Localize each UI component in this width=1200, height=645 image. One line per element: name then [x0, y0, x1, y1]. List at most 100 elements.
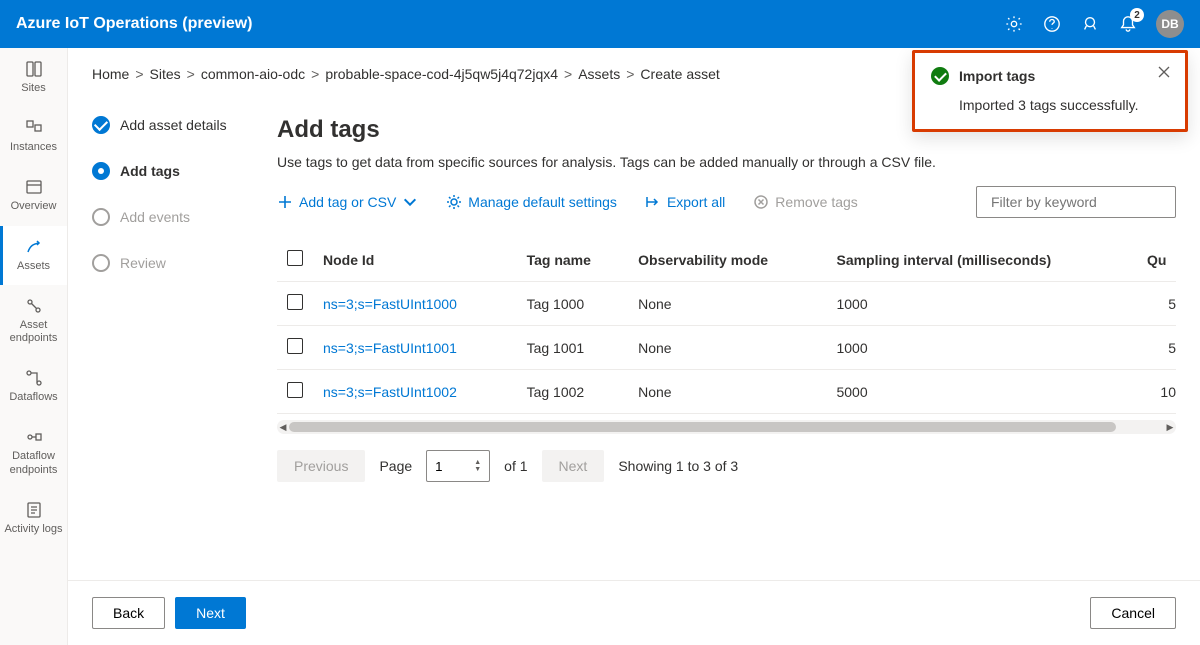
leftnav-item-overview[interactable]: Overview	[0, 166, 67, 225]
feedback-icon[interactable]	[1080, 14, 1100, 34]
page-input[interactable]: ▲▼	[426, 450, 490, 482]
export-all-button[interactable]: Export all	[645, 194, 725, 210]
node-id-link[interactable]: ns=3;s=FastUInt1001	[323, 340, 457, 356]
blocks-icon	[25, 119, 43, 137]
step-indicator	[92, 254, 110, 272]
step-label: Add asset details	[120, 117, 227, 133]
back-button[interactable]: Back	[92, 597, 165, 629]
scroll-right-icon[interactable]: ▶	[1164, 420, 1176, 434]
cell-obs-mode: None	[628, 282, 826, 326]
toolbar: Add tag or CSV Manage default settings E…	[277, 186, 1176, 218]
notification-count: 2	[1130, 8, 1144, 22]
page-label: Page	[379, 458, 412, 474]
step-label: Add tags	[120, 163, 180, 179]
filter-input[interactable]	[991, 194, 1172, 210]
cell-interval: 1000	[826, 326, 1137, 370]
filter-box[interactable]	[976, 186, 1176, 218]
toast-title: Import tags	[959, 68, 1035, 84]
help-icon[interactable]	[1042, 14, 1062, 34]
step-indicator	[92, 162, 110, 180]
step-add-tags[interactable]: Add tags	[92, 162, 253, 180]
step-add-asset-details[interactable]: Add asset details	[92, 116, 253, 134]
user-avatar[interactable]: DB	[1156, 10, 1184, 38]
col-qu[interactable]: Qu	[1137, 238, 1176, 282]
cell-tag-name: Tag 1002	[517, 370, 629, 414]
cell-tag-name: Tag 1000	[517, 282, 629, 326]
panel-icon	[25, 178, 43, 196]
cancel-button[interactable]: Cancel	[1090, 597, 1176, 629]
remove-tags-button: Remove tags	[753, 194, 857, 210]
step-label: Review	[120, 255, 166, 271]
cell-qu: 10	[1137, 370, 1176, 414]
step-indicator	[92, 116, 110, 134]
flowend-icon	[25, 428, 43, 446]
cell-qu: 5	[1137, 326, 1176, 370]
wizard-steps: Add asset details Add tags Add events Revie…	[68, 92, 253, 580]
table-row: ns=3;s=FastUInt1000 Tag 1000None10005	[277, 282, 1176, 326]
remove-tags-label: Remove tags	[775, 194, 857, 210]
notifications-icon[interactable]: 2	[1118, 14, 1138, 34]
row-checkbox[interactable]	[287, 338, 303, 354]
leftnav-item-asset-endpoints[interactable]: Asset endpoints	[0, 285, 67, 357]
step-add-events[interactable]: Add events	[92, 208, 253, 226]
leftnav-item-activity-logs[interactable]: Activity logs	[0, 489, 67, 548]
next-page-button[interactable]: Next	[542, 450, 605, 482]
scroll-left-icon[interactable]: ◀	[277, 420, 289, 434]
row-checkbox[interactable]	[287, 294, 303, 310]
node-id-link[interactable]: ns=3;s=FastUInt1002	[323, 384, 457, 400]
next-button[interactable]: Next	[175, 597, 246, 629]
add-tag-label: Add tag or CSV	[299, 194, 396, 210]
breadcrumb-link[interactable]: Home	[92, 66, 129, 82]
manage-defaults-button[interactable]: Manage default settings	[446, 194, 617, 210]
manage-defaults-label: Manage default settings	[468, 194, 617, 210]
header-actions: 2 DB	[1004, 10, 1184, 38]
left-navigation: SitesInstancesOverviewAssetsAsset endpoi…	[0, 48, 68, 645]
add-tag-button[interactable]: Add tag or CSV	[277, 194, 418, 210]
step-review[interactable]: Review	[92, 254, 253, 272]
col-node-id[interactable]: Node Id	[313, 238, 517, 282]
app-title: Azure IoT Operations (preview)	[16, 15, 252, 33]
node-id-link[interactable]: ns=3;s=FastUInt1000	[323, 296, 457, 312]
tags-table: Node Id Tag name Observability mode Samp…	[277, 238, 1176, 414]
table-row: ns=3;s=FastUInt1001 Tag 1001None10005	[277, 326, 1176, 370]
cell-tag-name: Tag 1001	[517, 326, 629, 370]
leftnav-item-assets[interactable]: Assets	[0, 226, 67, 285]
app-header: Azure IoT Operations (preview) 2 DB	[0, 0, 1200, 48]
col-obs-mode[interactable]: Observability mode	[628, 238, 826, 282]
row-checkbox[interactable]	[287, 382, 303, 398]
toast-message: Imported 3 tags successfully.	[959, 97, 1169, 113]
flow-icon	[25, 369, 43, 387]
tags-table-body: ns=3;s=FastUInt1000Tag 1000None10005ns=3…	[277, 282, 1176, 414]
select-all-checkbox[interactable]	[287, 250, 303, 266]
book-icon	[25, 60, 43, 78]
cell-obs-mode: None	[628, 326, 826, 370]
leftnav-item-sites[interactable]: Sites	[0, 48, 67, 107]
horizontal-scrollbar[interactable]: ◀ ▶	[277, 420, 1176, 434]
step-indicator	[92, 208, 110, 226]
toast-close-button[interactable]	[1157, 65, 1171, 82]
showing-summary: Showing 1 to 3 of 3	[618, 458, 738, 474]
cell-qu: 5	[1137, 282, 1176, 326]
cell-interval: 1000	[826, 282, 1137, 326]
link-icon	[25, 297, 43, 315]
previous-page-button[interactable]: Previous	[277, 450, 365, 482]
leftnav-item-dataflow-endpoints[interactable]: Dataflow endpoints	[0, 416, 67, 488]
page-number-input[interactable]	[435, 459, 465, 474]
breadcrumb-link[interactable]: probable-space-cod-4j5qw5j4q72jqx4	[325, 66, 558, 82]
col-interval[interactable]: Sampling interval (milliseconds)	[826, 238, 1137, 282]
settings-icon[interactable]	[1004, 14, 1024, 34]
breadcrumb-link[interactable]: Assets	[578, 66, 620, 82]
export-all-label: Export all	[667, 194, 725, 210]
step-label: Add events	[120, 209, 190, 225]
leftnav-item-instances[interactable]: Instances	[0, 107, 67, 166]
page-description: Use tags to get data from specific sourc…	[277, 154, 1176, 170]
of-pages: of 1	[504, 458, 527, 474]
breadcrumb-link[interactable]: common-aio-odc	[201, 66, 305, 82]
breadcrumb-link[interactable]: Sites	[150, 66, 181, 82]
breadcrumb-current: Create asset	[640, 66, 719, 82]
table-row: ns=3;s=FastUInt1002Tag 1002None500010	[277, 370, 1176, 414]
wizard-footer: Back Next Cancel	[68, 580, 1200, 645]
col-tag-name[interactable]: Tag name	[517, 238, 629, 282]
leftnav-item-dataflows[interactable]: Dataflows	[0, 357, 67, 416]
logs-icon	[25, 501, 43, 519]
